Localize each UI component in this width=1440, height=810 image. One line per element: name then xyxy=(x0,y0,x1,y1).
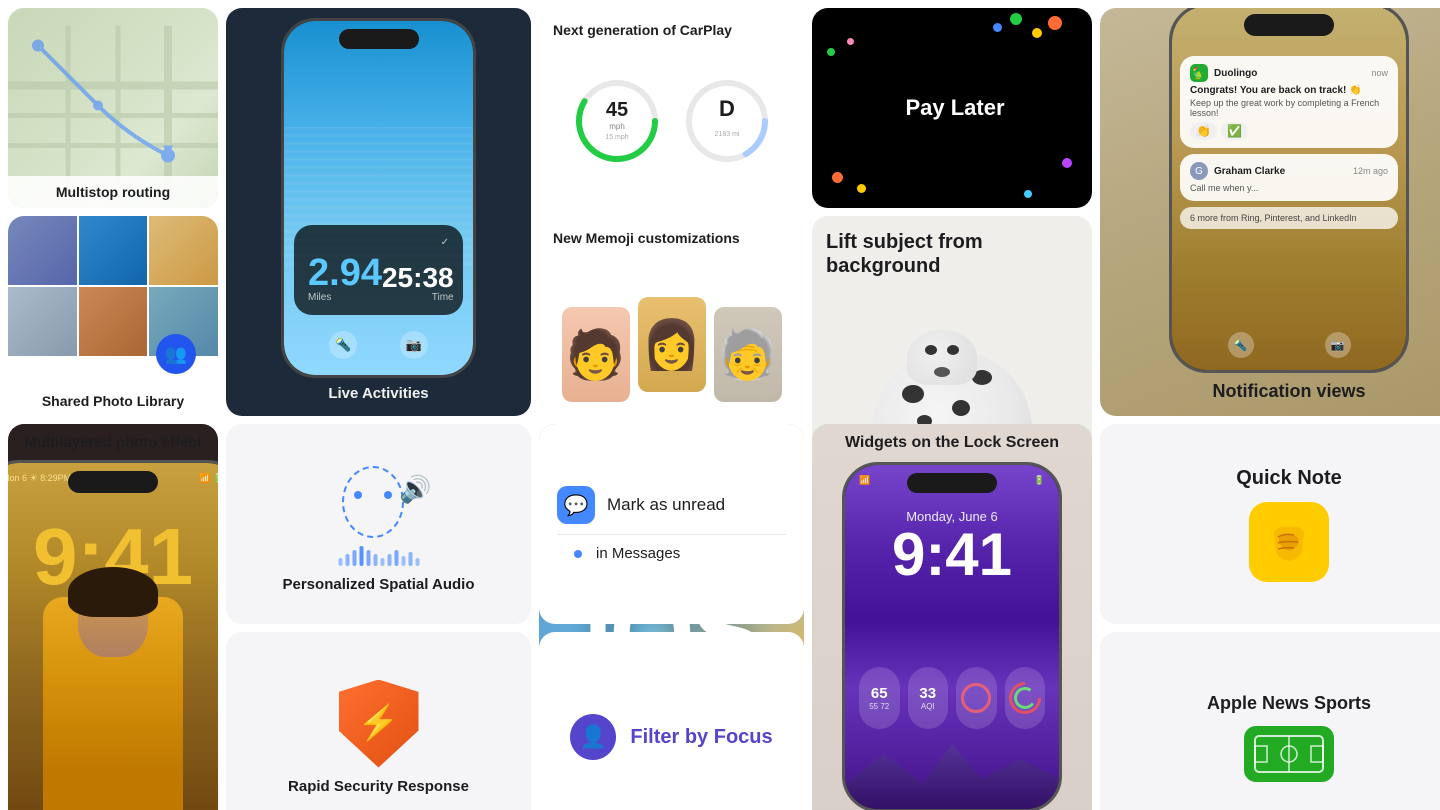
notification-2: G Graham Clarke 12m ago Call me when y..… xyxy=(1180,154,1398,201)
news-sports-icon xyxy=(1244,726,1334,782)
in-messages-dot xyxy=(574,550,582,558)
camera-icon[interactable]: 📷 xyxy=(400,331,428,359)
widget-aqi-num: 33 xyxy=(919,685,936,702)
carplay-title: Next generation of CarPlay xyxy=(553,22,790,38)
contact-avatar: G xyxy=(1190,162,1208,180)
notifications-label: Notification views xyxy=(1100,381,1440,402)
news-sports-label: Apple News Sports xyxy=(1207,693,1371,714)
card-carplay: Next generation of CarPlay 45 mph 15 mph… xyxy=(539,8,804,208)
la-time: 25:38 xyxy=(382,264,454,292)
widget-temp-num: 65 xyxy=(871,685,888,702)
notification-more: 6 more from Ring, Pinterest, and LinkedI… xyxy=(1180,207,1398,229)
security-response-label: Rapid Security Response xyxy=(288,778,469,795)
card-security-response: ⚡ Rapid Security Response xyxy=(226,632,531,810)
svg-text:2183 mi: 2183 mi xyxy=(714,131,739,138)
carplay-info-gauge: D 2183 mi xyxy=(682,76,772,166)
notif-flashlight-icon[interactable]: 🔦 xyxy=(1228,332,1254,358)
live-activities-phone: ✓ 2.94 Miles 25:38 Time 🔦 📷 xyxy=(281,18,476,378)
share-icon: 👥 xyxy=(156,334,196,374)
spatial-audio-label: Personalized Spatial Audio xyxy=(283,576,475,593)
quick-note-app-icon xyxy=(1249,502,1329,582)
svg-text:mph: mph xyxy=(609,122,625,131)
multilayer-title: Multilayered photo effect xyxy=(8,434,218,451)
card-multilayer: Multilayered photo effect Mon 6 ☀ 8:29PM… xyxy=(8,424,218,810)
svg-text:45: 45 xyxy=(605,99,627,121)
carplay-speed-gauge: 45 mph 15 mph xyxy=(572,76,662,166)
ear-icon: 🔊 xyxy=(399,474,431,505)
memoji-3: 🧓 xyxy=(714,307,782,402)
flashlight-icon[interactable]: 🔦 xyxy=(329,331,357,359)
lift-subject-title: Lift subject from background xyxy=(826,230,1092,278)
in-messages-text: in Messages xyxy=(596,545,680,562)
card-pay-later: Pay Later xyxy=(812,8,1092,208)
card-mark-unread: 💬 Mark as unread in Messages xyxy=(539,424,804,624)
widget-aqi: 33 AQI xyxy=(908,667,949,729)
la-time-label: Time xyxy=(382,292,454,303)
multistop-label: Multistop routing xyxy=(8,176,218,208)
filter-focus-icon: 👤 xyxy=(570,714,616,760)
card-shared-photo: 👥 Shared Photo Library xyxy=(8,216,218,416)
mark-unread-text: Mark as unread xyxy=(607,495,725,515)
widgets-lock-title: Widgets on the Lock Screen xyxy=(812,434,1092,452)
card-widgets-lock: Widgets on the Lock Screen 📶 🔋 Monday, J… xyxy=(812,424,1092,810)
card-multistop: Multistop routing xyxy=(8,8,218,208)
messages-icon: 💬 xyxy=(557,486,595,524)
memoji-2: 👩 xyxy=(638,297,706,392)
widget-temp: 65 55 72 xyxy=(859,667,900,729)
svg-text:15 mph: 15 mph xyxy=(605,134,628,141)
widget-activity xyxy=(956,667,997,729)
widget-aqi-label: AQI xyxy=(921,702,935,711)
card-filter-focus: 👤 Filter by Focus xyxy=(539,632,804,810)
notif-camera-icon[interactable]: 📷 xyxy=(1325,332,1351,358)
memoji-1: 🧑 xyxy=(562,307,630,402)
card-notifications: 🦜 Duolingo now Congrats! You are back on… xyxy=(1100,8,1440,416)
duolingo-icon: 🦜 xyxy=(1190,64,1208,82)
quick-note-label: Quick Note xyxy=(1236,467,1342,490)
shared-photo-label: Shared Photo Library xyxy=(8,386,218,416)
card-spatial-audio: 🔊 Personalized Spatial Audio xyxy=(226,424,531,624)
notifications-phone: 🦜 Duolingo now Congrats! You are back on… xyxy=(1169,8,1409,373)
notification-1: 🦜 Duolingo now Congrats! You are back on… xyxy=(1180,56,1398,148)
widget-rings xyxy=(1005,667,1046,729)
card-live-activities: ✓ 2.94 Miles 25:38 Time 🔦 📷 xyxy=(226,8,531,416)
card-news-sports: Apple News Sports xyxy=(1100,632,1440,810)
multilayer-phone: Mon 6 ☀ 8:29PM 📶 🔋 9:41 xyxy=(8,460,218,810)
spatial-audio-visual: 🔊 xyxy=(324,456,434,566)
multilayer-time-small: Mon 6 ☀ 8:29PM xyxy=(8,473,71,484)
card-memoji: New Memoji customizations 🧑 👩 🧓 xyxy=(539,216,804,416)
pay-later-text: Pay Later xyxy=(905,95,1004,121)
pay-later-content: Pay Later xyxy=(899,95,1004,121)
widgets-phone: 📶 🔋 Monday, June 6 9:41 65 55 72 33 AQI xyxy=(842,462,1062,810)
security-shield-icon: ⚡ xyxy=(339,680,419,768)
filter-focus-text: Filter by Focus xyxy=(630,726,772,749)
widgets-time: 9:41 xyxy=(845,525,1059,585)
svg-text:D: D xyxy=(719,96,735,121)
card-quick-note: Quick Note xyxy=(1100,424,1440,624)
live-activities-label: Live Activities xyxy=(328,385,428,402)
memoji-title: New Memoji customizations xyxy=(553,230,790,246)
la-distance: 2.94 xyxy=(308,254,382,292)
